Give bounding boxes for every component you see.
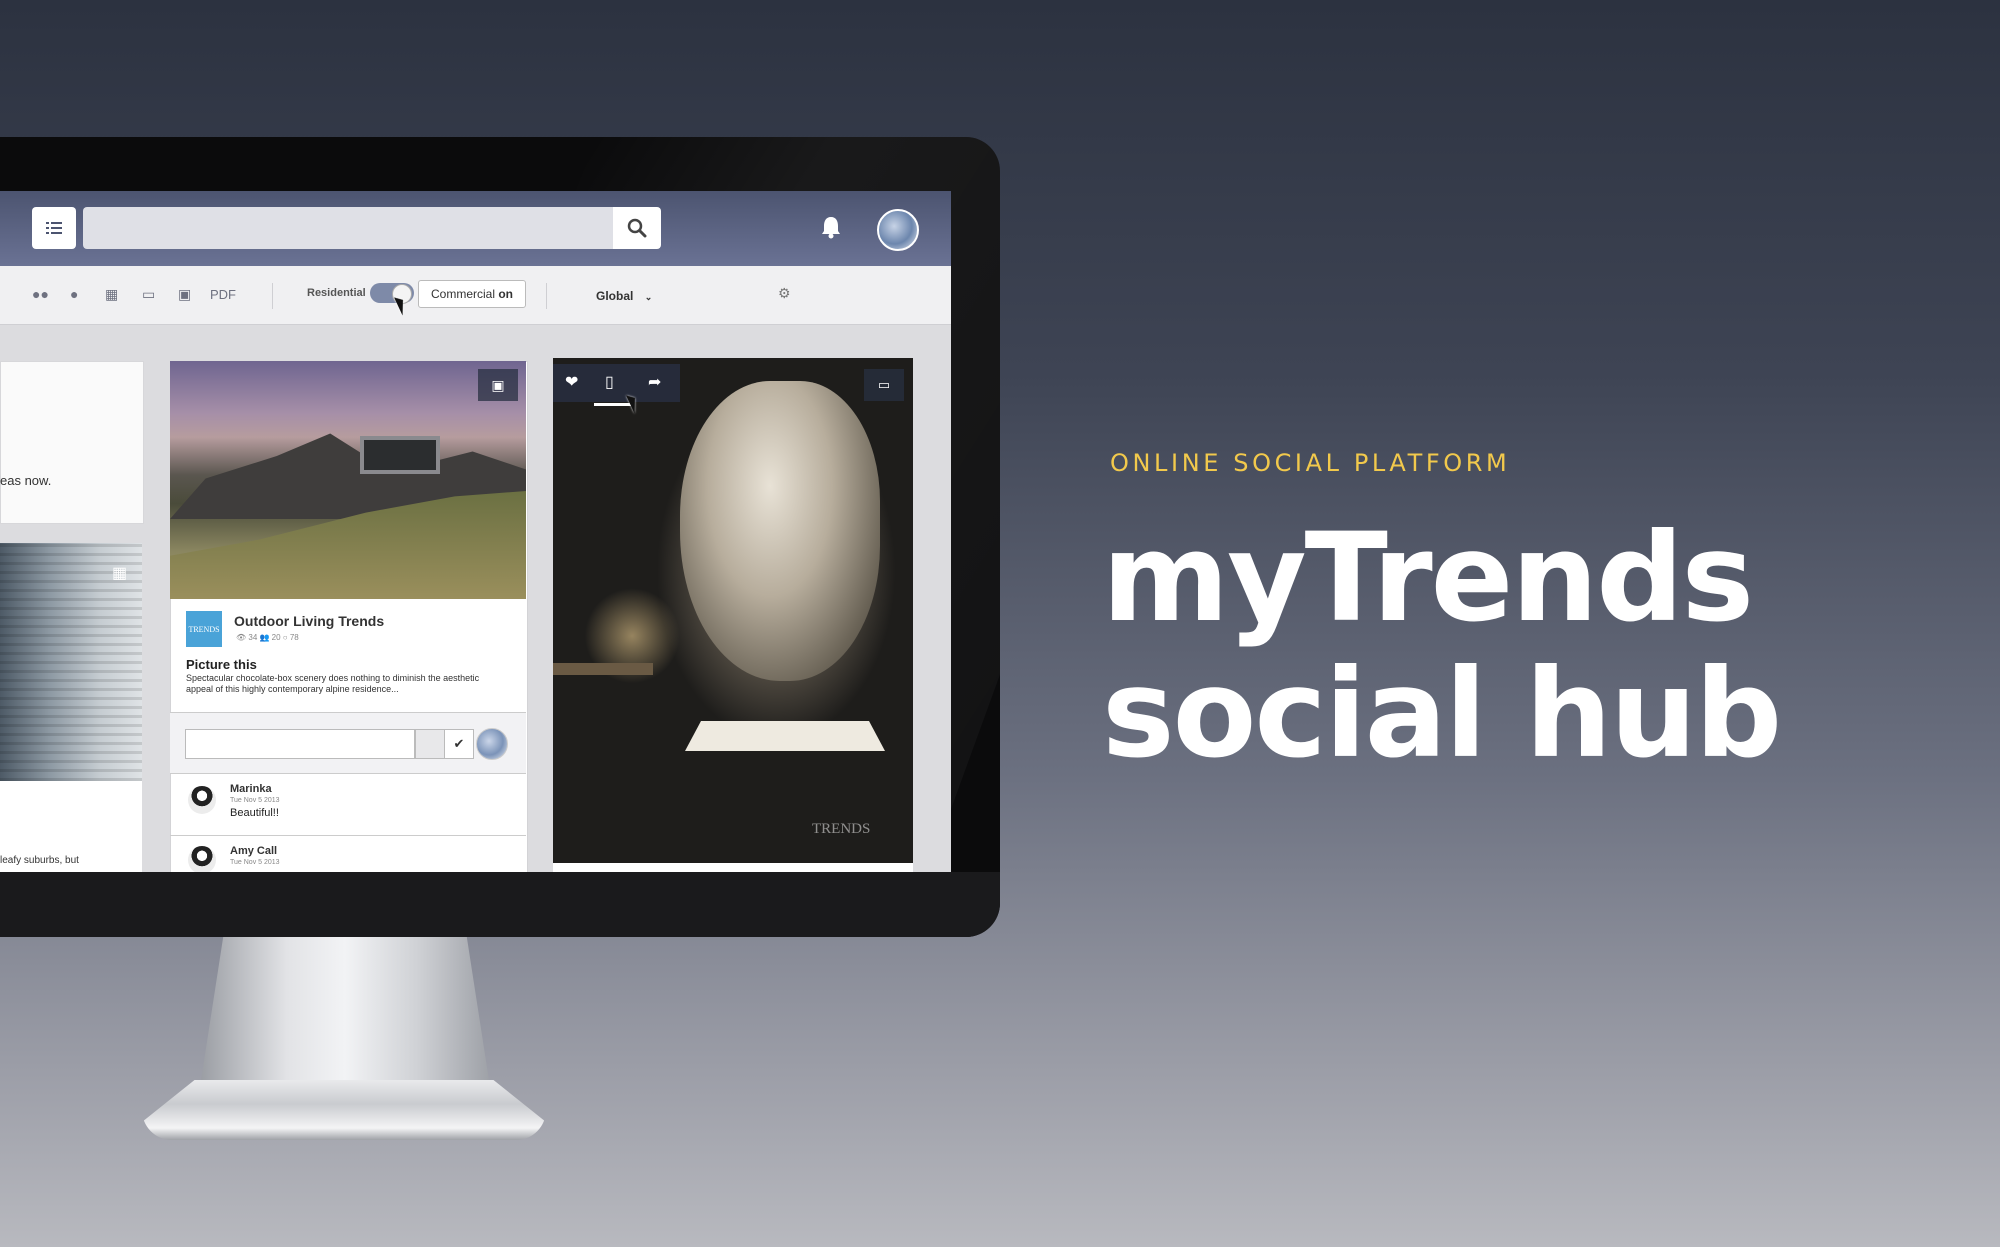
heart-icon[interactable]: ❤ [565,372,578,392]
bell-icon [822,217,840,239]
card-snippet: leafy suburbs, but [0,855,79,866]
list-icon [46,222,62,234]
comment-date: Tue Nov 5 2013 [230,797,280,804]
divider [272,283,273,309]
search-button[interactable] [613,207,661,249]
residential-label: Residential [307,287,366,299]
post-stats: 👁 34 👥 20 ○ 78 [236,633,299,642]
basin-shape [685,721,885,751]
post-source-title[interactable]: Outdoor Living Trends [234,613,384,629]
scope-select[interactable]: Global ⌄ [596,289,652,303]
comment-input[interactable] [185,729,415,759]
notifications-button[interactable] [820,215,842,244]
monitor-stand [200,937,490,1087]
counter-shape [553,663,653,675]
share-icon[interactable]: ➦ [648,372,661,392]
divider [170,773,526,774]
book-icon: ▭ [864,369,904,401]
person-icon[interactable]: ● [70,286,78,302]
gear-icon[interactable]: ⚙ [778,285,791,302]
headline-line-1: myTrends [1102,507,1754,649]
post-description: Spectacular chocolate-box scenery does n… [186,673,480,694]
monitor-chin [0,872,1000,937]
submit-comment-button[interactable]: ✔ [444,729,474,759]
group-icon[interactable]: ●● [32,286,49,302]
promo-tagline: ONLINE SOCIAL PLATFORM [1110,449,1511,477]
book-icon[interactable]: ▭ [142,286,155,303]
commercial-label: Commercial [430,287,495,301]
chevron-down-icon: ⌄ [644,292,653,302]
comment-spacer [415,729,445,759]
scope-select-value: Global [596,289,634,303]
card-partial-top[interactable] [0,361,144,524]
pdf-filter[interactable]: PDF [210,287,236,302]
avatar[interactable] [188,846,216,872]
check-icon: ✔ [453,736,465,751]
user-avatar[interactable] [877,209,919,251]
card-snippet: eas now. [0,473,52,488]
divider [170,835,526,836]
monitor-foot [142,1080,546,1140]
comment-text: Beautiful!! [230,807,279,819]
menu-button[interactable] [32,207,76,249]
headline-line-2: social hub [1102,643,1782,785]
image-icon: ▣ [478,369,518,401]
commercial-state: on [498,287,514,301]
app-screen: ●● ● ▦ ▭ ▣ PDF Residential Commercial on… [0,191,951,872]
comment-author[interactable]: Marinka [230,783,272,795]
divider [546,283,547,309]
card-footer [553,863,913,872]
folder-icon[interactable]: ▯ [605,372,614,392]
avatar[interactable] [188,786,216,814]
comment-author[interactable]: Amy Call [230,845,277,857]
source-logo[interactable]: TRENDS [186,611,222,647]
film-icon[interactable]: ▦ [105,286,118,303]
promo-headline: myTrends social hub [1102,507,1782,785]
search-icon [627,218,647,238]
active-action-indicator [594,403,632,406]
sculpture-face [680,381,880,681]
commercial-tooltip: Commercial on [418,280,526,308]
avatar [476,728,508,760]
search-input[interactable] [83,207,613,249]
film-icon: ▦ [112,565,128,582]
comment-date: Tue Nov 5 2013 [230,859,280,866]
house-shape [360,436,440,474]
image-icon[interactable]: ▣ [178,286,191,303]
image-watermark: TRENDS [812,821,871,837]
post-headline[interactable]: Picture this [186,657,257,672]
